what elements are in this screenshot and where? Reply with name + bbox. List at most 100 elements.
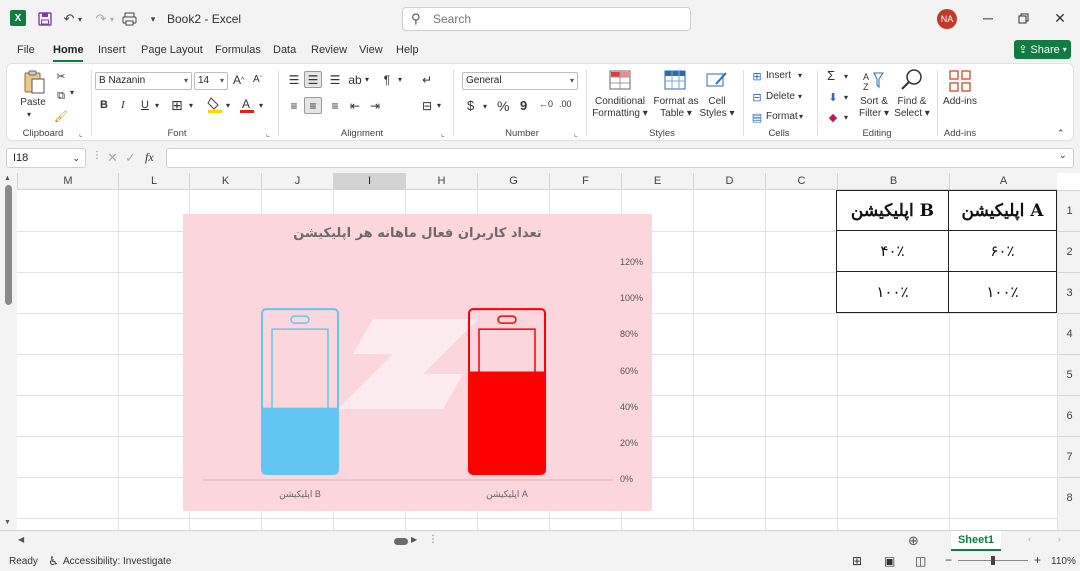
- align-right-icon[interactable]: ≡: [327, 98, 343, 114]
- tab-insert[interactable]: Insert: [98, 44, 126, 56]
- insert-cells-label[interactable]: Insert: [766, 70, 800, 82]
- italic-button[interactable]: I: [121, 99, 125, 111]
- tab-page-layout[interactable]: Page Layout: [141, 44, 203, 56]
- align-middle-icon[interactable]: ☰: [305, 72, 321, 88]
- normal-view-icon[interactable]: ⊞: [852, 554, 862, 568]
- cell-A2[interactable]: ۶۰٪: [948, 230, 1057, 272]
- comma-style-button[interactable]: 9: [520, 98, 527, 113]
- bold-button[interactable]: B: [100, 99, 108, 111]
- confirm-entry-icon[interactable]: ✓: [125, 150, 136, 166]
- column-header-e[interactable]: E: [621, 173, 693, 190]
- decrease-decimal-icon[interactable]: .00: [559, 99, 572, 109]
- conditional-formatting-label[interactable]: Conditional Formatting ▾: [592, 96, 648, 120]
- decrease-font-icon[interactable]: Aˇ: [253, 74, 262, 85]
- font-size-select[interactable]: 14 ▾: [194, 72, 228, 90]
- accessibility-icon[interactable]: ♿: [48, 554, 59, 568]
- accessibility-status[interactable]: Accessibility: Investigate: [63, 556, 171, 567]
- align-left-icon[interactable]: ≡: [286, 98, 302, 114]
- font-color-dropdown-icon[interactable]: ▾: [259, 101, 263, 110]
- worksheet-grid[interactable]: MLKJIHGFEDCBA 12345678 ▲ ▼ اپلیکیشن A اپ…: [0, 173, 1080, 530]
- increase-decimal-icon[interactable]: ←0: [539, 99, 553, 109]
- increase-font-icon[interactable]: A ^: [233, 73, 244, 87]
- percent-button[interactable]: %: [497, 98, 509, 114]
- minimize-icon[interactable]: ─: [980, 10, 996, 26]
- insert-cells-icon[interactable]: ⊞: [750, 69, 764, 83]
- redo-dropdown-icon[interactable]: ▾: [108, 10, 116, 28]
- delete-dropdown-icon[interactable]: ▾: [798, 92, 802, 101]
- name-box[interactable]: I18 ⌄: [6, 148, 86, 168]
- column-header-l[interactable]: L: [118, 173, 189, 190]
- scroll-down-icon[interactable]: ▼: [4, 519, 11, 526]
- user-avatar[interactable]: NA: [937, 9, 957, 29]
- paste-icon[interactable]: [21, 69, 47, 95]
- customize-toolbar-icon[interactable]: ▾: [144, 10, 162, 28]
- font-name-select[interactable]: B Nazanin ▾: [95, 72, 192, 90]
- scroll-up-icon[interactable]: ▲: [4, 175, 11, 182]
- zoom-level[interactable]: 110%: [1051, 556, 1076, 567]
- autosum-icon[interactable]: Σ: [827, 68, 835, 83]
- formula-input[interactable]: ⌄: [166, 148, 1074, 168]
- zoom-slider-thumb[interactable]: [991, 556, 995, 565]
- row-header-1[interactable]: 1: [1058, 190, 1080, 231]
- cancel-entry-icon[interactable]: ✕: [107, 150, 118, 166]
- conditional-formatting-icon[interactable]: [608, 69, 632, 91]
- column-header-k[interactable]: K: [189, 173, 261, 190]
- currency-dropdown-icon[interactable]: ▾: [483, 102, 487, 111]
- column-header-b[interactable]: B: [837, 173, 949, 190]
- increase-indent-icon[interactable]: ⇥: [367, 98, 383, 114]
- fill-dropdown-icon[interactable]: ▾: [844, 93, 848, 102]
- column-header-g[interactable]: G: [477, 173, 549, 190]
- page-break-view-icon[interactable]: ◫: [915, 554, 926, 568]
- clear-dropdown-icon[interactable]: ▾: [844, 113, 848, 122]
- fill-color-dropdown-icon[interactable]: ▾: [226, 101, 230, 110]
- chart[interactable]: تعداد کاربران فعال ماهانه هر اپلیکیشن 12…: [183, 214, 652, 511]
- restore-icon[interactable]: [1015, 10, 1031, 26]
- vertical-scroll-thumb[interactable]: [5, 185, 12, 305]
- tab-review[interactable]: Review: [311, 44, 347, 56]
- cell-B1[interactable]: اپلیکیشن B: [836, 190, 949, 231]
- scroll-left-icon[interactable]: ◀: [18, 535, 24, 544]
- merge-dropdown-icon[interactable]: ▾: [437, 101, 441, 110]
- copy-icon[interactable]: ⧉: [53, 88, 69, 104]
- prev-sheet-icon[interactable]: ‹: [1028, 534, 1031, 544]
- undo-dropdown-icon[interactable]: ▾: [76, 10, 84, 28]
- borders-icon[interactable]: ⊞: [171, 97, 183, 114]
- tab-file[interactable]: File: [17, 44, 35, 56]
- paste-dropdown-icon[interactable]: ▾: [27, 110, 31, 119]
- clipboard-launcher-icon[interactable]: ⌞: [79, 129, 83, 138]
- format-cells-label[interactable]: Format: [766, 111, 800, 123]
- zoom-in-icon[interactable]: +: [1034, 553, 1041, 567]
- tab-help[interactable]: Help: [396, 44, 419, 56]
- print-preview-icon[interactable]: [120, 10, 138, 28]
- column-header-f[interactable]: F: [549, 173, 621, 190]
- row-header-3[interactable]: 3: [1058, 272, 1080, 313]
- format-as-table-label[interactable]: Format as Table ▾: [651, 96, 701, 120]
- font-color-icon[interactable]: A: [239, 96, 255, 114]
- save-icon[interactable]: [36, 10, 54, 28]
- insert-dropdown-icon[interactable]: ▾: [798, 71, 802, 80]
- add-ins-icon[interactable]: [948, 69, 972, 93]
- number-launcher-icon[interactable]: ⌞: [574, 129, 578, 138]
- wrap-text-icon[interactable]: ↵: [419, 72, 435, 88]
- orientation-icon[interactable]: ab: [347, 72, 363, 88]
- delete-cells-label[interactable]: Delete: [766, 91, 800, 103]
- copy-dropdown-icon[interactable]: ▾: [70, 88, 74, 97]
- column-header-d[interactable]: D: [693, 173, 765, 190]
- bar-fill[interactable]: [263, 407, 337, 474]
- horizontal-scroll-thumb[interactable]: [394, 538, 408, 545]
- cell-A1[interactable]: اپلیکیشن A: [948, 190, 1057, 231]
- search-box[interactable]: ⚲: [402, 7, 691, 31]
- merge-center-icon[interactable]: ⊟: [419, 98, 435, 114]
- delete-cells-icon[interactable]: ⊟: [750, 90, 764, 104]
- decrease-indent-icon[interactable]: ⇤: [347, 98, 363, 114]
- cell-styles-label[interactable]: Cell Styles ▾: [697, 96, 737, 120]
- format-cells-icon[interactable]: ▤: [750, 110, 764, 124]
- paste-label[interactable]: Paste: [17, 97, 49, 109]
- orientation-dropdown-icon[interactable]: ▾: [365, 75, 369, 84]
- cell-B3[interactable]: ۱۰۰٪: [836, 271, 949, 313]
- format-as-table-icon[interactable]: [663, 69, 687, 91]
- text-direction-icon[interactable]: ¶: [379, 72, 395, 88]
- add-ins-label[interactable]: Add-ins: [940, 96, 980, 108]
- row-header-5[interactable]: 5: [1058, 354, 1080, 395]
- cell-A3[interactable]: ۱۰۰٪: [948, 271, 1057, 313]
